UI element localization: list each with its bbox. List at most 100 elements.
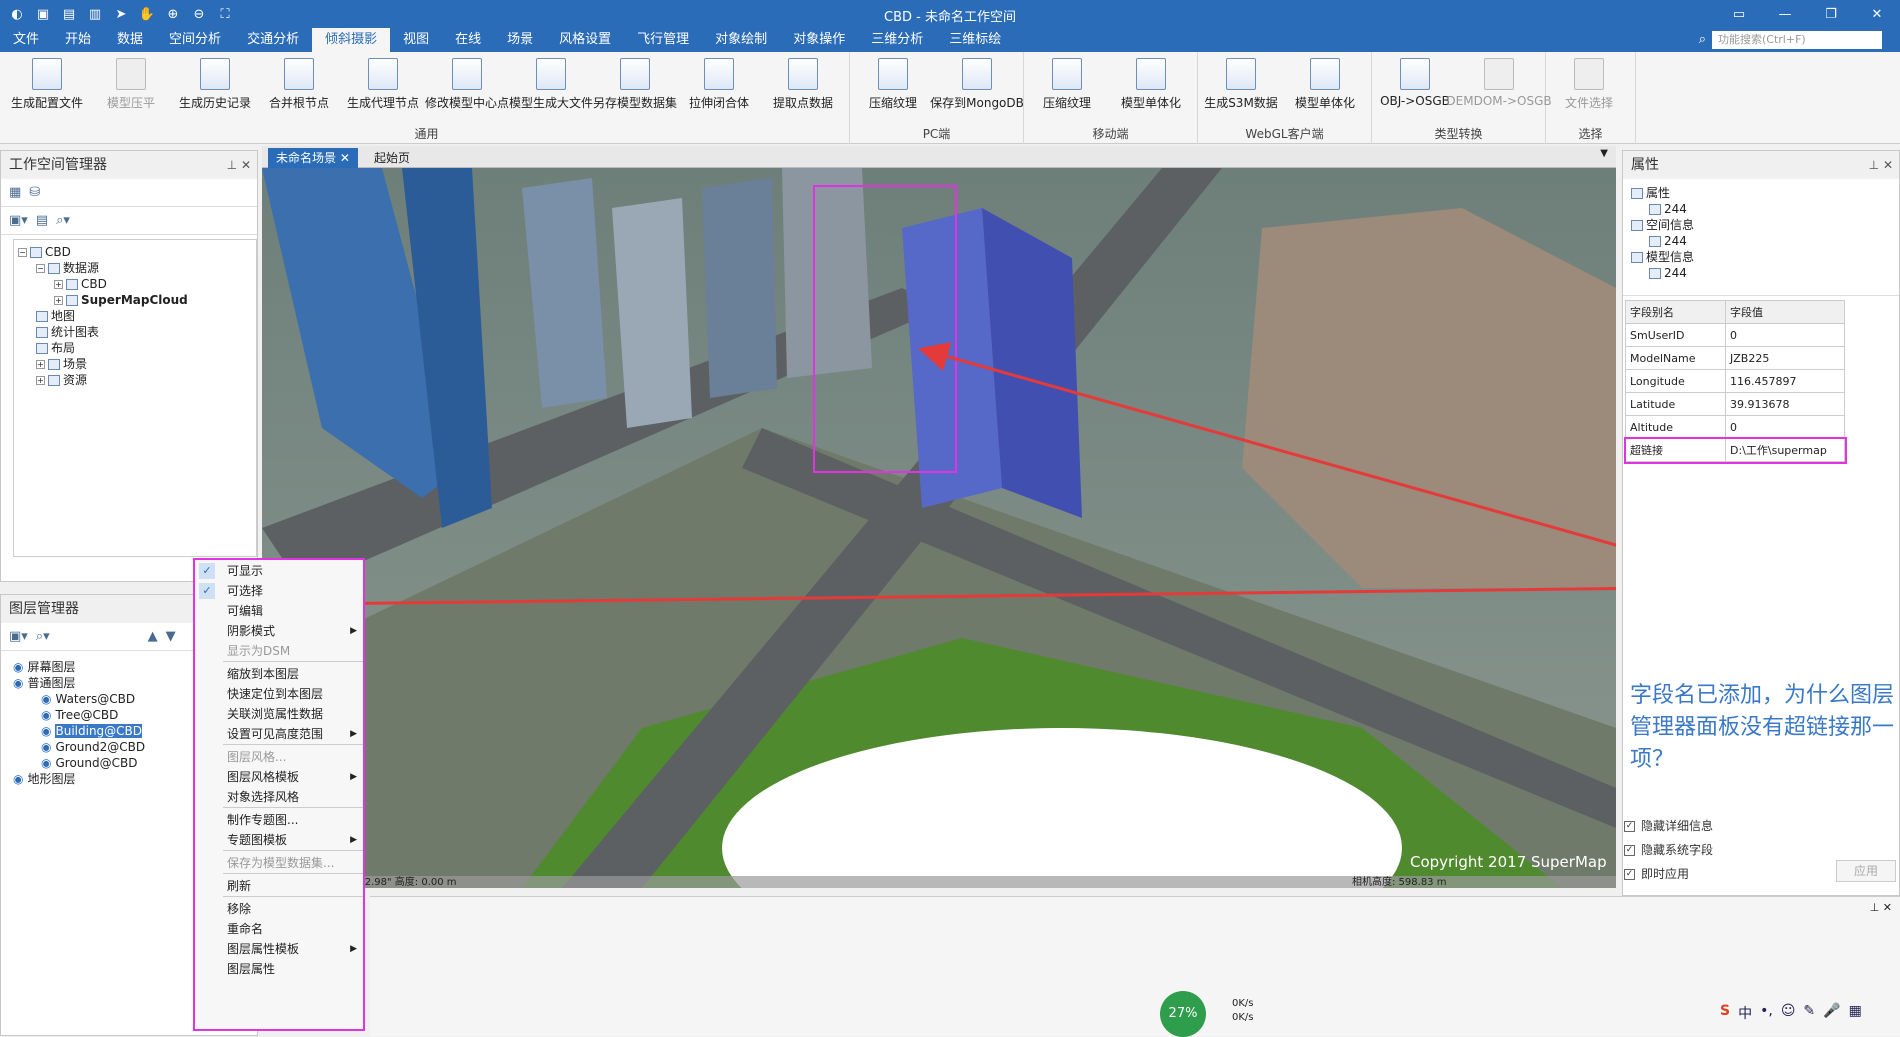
tree-node[interactable]: + 场景 bbox=[18, 356, 252, 372]
tree-node[interactable]: + 资源 bbox=[18, 372, 252, 388]
tree-node[interactable]: − 数据源 bbox=[18, 260, 252, 276]
instant-apply-checkbox[interactable]: ✓ 即时应用 bbox=[1624, 865, 1689, 882]
field-value-cell[interactable]: JZB225 bbox=[1725, 346, 1845, 370]
emoji-icon[interactable]: ☺ bbox=[1781, 1003, 1796, 1023]
tree-node[interactable]: 布局 bbox=[18, 340, 252, 356]
output-pin-close-icons[interactable]: ⊥ ✕ bbox=[1870, 901, 1892, 914]
tree-node[interactable]: 统计图表 bbox=[18, 324, 252, 340]
datasource-icon[interactable]: ⛁ bbox=[29, 185, 40, 200]
visibility-eye-icon[interactable]: ◉ bbox=[41, 756, 51, 770]
menu-item[interactable]: 场景 bbox=[494, 28, 546, 52]
expand-icon[interactable]: + bbox=[54, 280, 63, 289]
field-value-cell[interactable]: 116.457897 bbox=[1725, 369, 1845, 393]
pin-close-icons[interactable]: ⊥ ✕ bbox=[1869, 151, 1893, 179]
tree-node[interactable]: − CBD bbox=[18, 244, 252, 260]
context-menu-item[interactable]: 设置可见高度范围 ▶ bbox=[195, 723, 363, 745]
move-up-icon[interactable]: ▲ bbox=[148, 629, 158, 644]
minimize-button[interactable]: — bbox=[1762, 0, 1808, 28]
field-value-cell[interactable]: 0 bbox=[1725, 323, 1845, 347]
visibility-eye-icon[interactable]: ◉ bbox=[41, 740, 51, 754]
input-method-icon[interactable]: S bbox=[1720, 1003, 1730, 1023]
menu-item[interactable]: 空间分析 bbox=[156, 28, 234, 52]
context-menu-item[interactable]: 刷新 bbox=[195, 875, 363, 897]
collapse-icon[interactable]: − bbox=[36, 264, 45, 273]
ribbon-button[interactable]: 修改模型中心点 bbox=[425, 58, 509, 111]
tab-scene[interactable]: 未命名场景 ✕ bbox=[268, 148, 358, 168]
context-menu-item[interactable]: 关联浏览属性数据 bbox=[195, 703, 363, 725]
open-icon[interactable]: ▤ bbox=[58, 4, 80, 24]
zoom-out-icon[interactable]: ⊖ bbox=[188, 4, 210, 24]
context-menu-item[interactable]: 图层属性 bbox=[195, 958, 363, 980]
visibility-eye-icon[interactable]: ◉ bbox=[41, 708, 51, 722]
pointer-icon[interactable]: ➤ bbox=[110, 4, 132, 24]
visibility-eye-icon[interactable]: ◉ bbox=[13, 676, 23, 690]
ribbon-button[interactable]: OBJ->OSGB bbox=[1375, 58, 1455, 108]
context-menu-item[interactable]: 图层属性模板 ▶ bbox=[195, 938, 363, 960]
layer-find-icon[interactable]: ⌕▾ bbox=[36, 629, 50, 644]
ribbon-button[interactable]: 生成历史记录 bbox=[175, 58, 255, 111]
expand-icon[interactable]: + bbox=[36, 376, 45, 385]
ribbon-button[interactable]: 合并根节点 bbox=[259, 58, 339, 111]
table-row[interactable]: Altitude 0 bbox=[1625, 415, 1845, 439]
context-menu-item[interactable]: ✓ 可选择 bbox=[195, 580, 363, 602]
ribbon-button[interactable]: 生成代理节点 bbox=[343, 58, 423, 111]
zoom-in-icon[interactable]: ⊕ bbox=[162, 4, 184, 24]
tree-node[interactable]: 244 bbox=[1631, 233, 1899, 249]
save-as-icon[interactable]: ▥ bbox=[84, 4, 106, 24]
tree-node[interactable]: + CBD bbox=[18, 276, 252, 292]
app-icon[interactable]: ◐ bbox=[6, 4, 28, 24]
context-menu-item[interactable]: 移除 bbox=[195, 898, 363, 920]
field-value-cell[interactable]: 39.913678 bbox=[1725, 392, 1845, 416]
workspace-icon[interactable]: ▦ bbox=[9, 185, 21, 200]
chinese-mode-icon[interactable]: 中 bbox=[1738, 1003, 1752, 1023]
context-menu-item[interactable]: 制作专题图... bbox=[195, 809, 363, 831]
menu-item[interactable]: 倾斜摄影 bbox=[312, 28, 391, 52]
ribbon-button[interactable]: 模型压平 bbox=[91, 58, 171, 111]
scene-viewport[interactable]: 39°54' 32.98" 高度: 0.00 m 相机高度: 598.83 m … bbox=[262, 168, 1616, 888]
context-menu-item[interactable]: 快速定位到本图层 bbox=[195, 683, 363, 705]
visibility-eye-icon[interactable]: ◉ bbox=[41, 724, 51, 738]
menu-item[interactable]: 文件 bbox=[0, 28, 52, 52]
tree-node[interactable]: + SuperMapCloud bbox=[18, 292, 252, 308]
ribbon-button[interactable]: DEMDOM->OSGB bbox=[1446, 58, 1552, 108]
hide-system-fields-checkbox[interactable]: ✓ 隐藏系统字段 bbox=[1624, 841, 1713, 858]
ribbon-button[interactable]: 提取点数据 bbox=[763, 58, 843, 111]
ribbon-button[interactable]: 生成配置文件 bbox=[7, 58, 87, 111]
collapse-icon[interactable]: − bbox=[18, 248, 27, 257]
context-menu-item[interactable]: 图层风格模板 ▶ bbox=[195, 766, 363, 788]
tree-node[interactable]: 空间信息 bbox=[1631, 217, 1899, 233]
tree-node[interactable]: 地图 bbox=[18, 308, 252, 324]
visibility-eye-icon[interactable]: ◉ bbox=[13, 772, 23, 786]
ribbon-button[interactable]: 拉伸闭合体 bbox=[679, 58, 759, 111]
context-menu-item[interactable]: ✓ 可显示 bbox=[195, 560, 363, 582]
pan-icon[interactable]: ✋ bbox=[136, 4, 158, 24]
move-down-icon[interactable]: ▼ bbox=[166, 629, 176, 644]
ribbon-button[interactable]: 压缩纹理 bbox=[1027, 58, 1107, 111]
ribbon-button[interactable]: 生成S3M数据 bbox=[1201, 58, 1281, 111]
menu-item[interactable]: 飞行管理 bbox=[624, 28, 702, 52]
punctuation-icon[interactable]: •, bbox=[1760, 1003, 1773, 1023]
field-value-cell[interactable]: 0 bbox=[1725, 415, 1845, 439]
handwriting-icon[interactable]: ✎ bbox=[1803, 1003, 1815, 1023]
keyboard-icon[interactable]: ▦ bbox=[1849, 1003, 1862, 1023]
menu-item[interactable]: 交通分析 bbox=[234, 28, 312, 52]
expand-icon[interactable]: + bbox=[36, 360, 45, 369]
save-icon[interactable]: ▣ bbox=[32, 4, 54, 24]
menu-item[interactable]: 数据 bbox=[104, 28, 156, 52]
apply-button[interactable]: 应用 bbox=[1836, 860, 1896, 882]
tree-node[interactable]: 244 bbox=[1631, 265, 1899, 281]
visibility-eye-icon[interactable]: ◉ bbox=[41, 692, 51, 706]
open-dropdown-icon[interactable]: ▣▾ bbox=[9, 213, 28, 228]
close-button[interactable]: ✕ bbox=[1854, 0, 1900, 28]
context-menu-item[interactable]: 阴影模式 ▶ bbox=[195, 620, 363, 642]
context-menu-item[interactable]: 重命名 bbox=[195, 918, 363, 940]
visibility-eye-icon[interactable]: ◉ bbox=[13, 660, 23, 674]
ribbon-button[interactable]: 模型生成大文件 bbox=[509, 58, 593, 111]
ribbon-button[interactable]: 文件选择 bbox=[1549, 58, 1629, 111]
expand-icon[interactable]: + bbox=[54, 296, 63, 305]
table-row[interactable]: 超链接 D:\工作\supermap bbox=[1623, 436, 1847, 464]
hide-detail-checkbox[interactable]: ✓ 隐藏详细信息 bbox=[1624, 817, 1713, 834]
full-extent-icon[interactable]: ⛶ bbox=[214, 4, 236, 24]
search-icon[interactable]: ⌕ bbox=[1699, 32, 1706, 47]
tab-list-icon[interactable]: ▼ bbox=[1600, 148, 1608, 159]
